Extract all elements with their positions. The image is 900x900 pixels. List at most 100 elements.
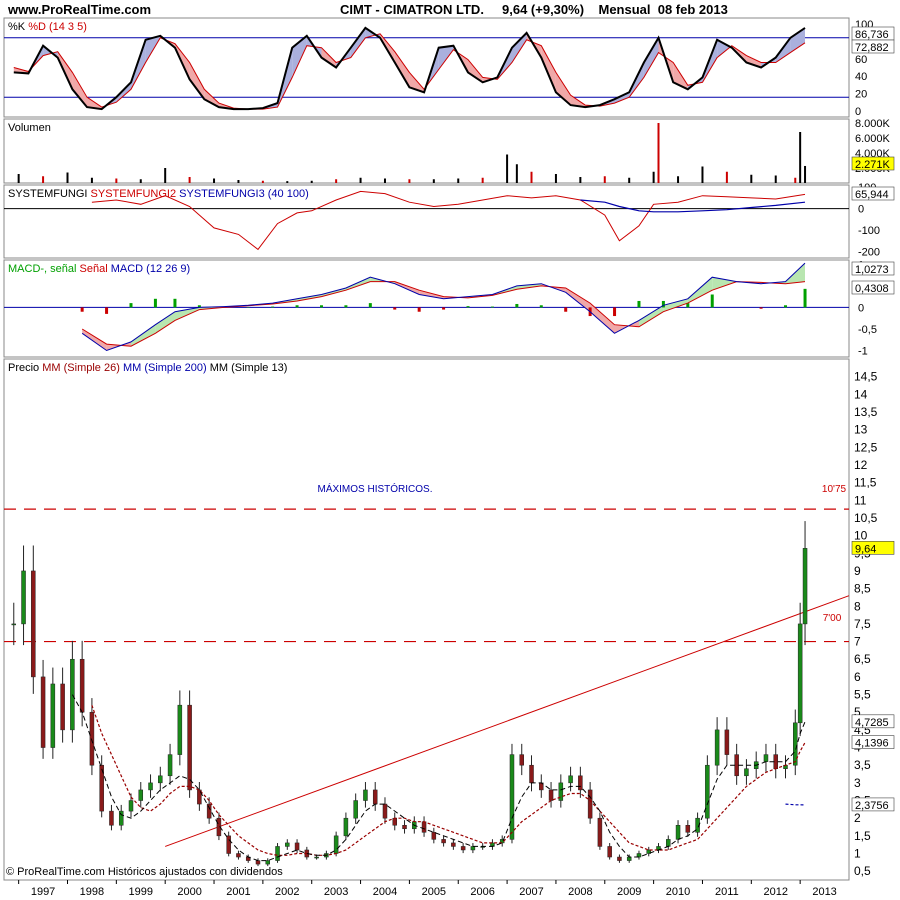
- stoch-d-line: [13, 33, 806, 110]
- price-last-value: 9,64: [851, 541, 895, 555]
- price-bar-53: [529, 764, 534, 784]
- copyright: © ProRealTime.com Históricos ajustados c…: [6, 866, 283, 878]
- price-bar-60: [597, 817, 603, 847]
- price-bar-13: [138, 789, 144, 801]
- price-bar-45: [451, 842, 456, 847]
- stock-chart: %K %D (14 3 5)10080604020086,73672,882Vo…: [3, 17, 895, 898]
- price-ytick-13: 8: [854, 599, 861, 613]
- systemfungi-ytick-2: -100: [858, 225, 880, 237]
- price-bar-39: [392, 817, 398, 826]
- stoch-d-value-text: 72,882: [855, 42, 889, 54]
- price-ytick-11: 9: [854, 564, 861, 578]
- xtick-label-2: 1999: [129, 886, 153, 898]
- price-bar-5: [60, 683, 65, 731]
- price-ytick-17: 6: [854, 670, 861, 684]
- price-bar-23: [236, 853, 241, 858]
- price-bar-10: [109, 810, 114, 826]
- price-ytick-22: 3,5: [854, 758, 871, 772]
- xtick-label-3: 2000: [177, 886, 201, 898]
- price-bar-17: [177, 704, 183, 755]
- price-ytick-16: 6,5: [854, 652, 871, 666]
- systemfungi-title-part-0: SYSTEMFUNGI: [8, 188, 91, 200]
- price-bar-51: [509, 754, 515, 840]
- annotation-maximos: MÁXIMOS HISTÓRICOS.: [317, 482, 432, 495]
- price-ytick-15: 7: [854, 635, 861, 649]
- macd-fill-0: [82, 329, 107, 351]
- price-title: Precio MM (Simple 26) MM (Simple 200) MM…: [8, 362, 287, 374]
- price-title-part-2: MM (Simple 200): [123, 362, 210, 374]
- xtick-label-12: 2009: [617, 886, 641, 898]
- price-bar-0: [11, 623, 17, 626]
- price-ytick-8: 10,5: [854, 511, 878, 525]
- price-bar-73: [724, 729, 730, 755]
- systemfungi-title-part-1: SYSTEMFUNGI2: [91, 188, 180, 200]
- xtick-label-5: 2002: [275, 886, 299, 898]
- stoch-ytick-4: 20: [855, 89, 867, 101]
- price-ytick-18: 5,5: [854, 688, 871, 702]
- price-ytick-4: 12,5: [854, 440, 878, 454]
- price-bar-29: [294, 842, 300, 851]
- price-bar-43: [431, 832, 437, 840]
- stochastic-frame: [3, 17, 850, 118]
- price-bar-27: [275, 846, 280, 861]
- price-ytick-25: 2: [854, 811, 861, 825]
- price-bar-2: [31, 570, 36, 678]
- stoch-k-value: 86,736: [851, 26, 895, 41]
- price-ytick-2: 13,5: [854, 405, 878, 419]
- systemfungi2-line: [91, 190, 806, 251]
- ma13-line: [71, 694, 806, 862]
- volume-ytick-1: 6.000K: [855, 133, 891, 145]
- price-ytick-9: 10: [854, 529, 868, 543]
- price-bar-12: [128, 800, 134, 812]
- stoch-ytick-3: 40: [855, 71, 867, 83]
- price-ytick-23: 3: [854, 776, 861, 790]
- price-title-part-0: Precio: [8, 362, 42, 374]
- stoch-fill-53: [790, 27, 805, 53]
- ma13-value-text: 4,7285: [855, 717, 889, 729]
- price-bar-20: [206, 803, 212, 819]
- price-bar-8: [89, 711, 95, 766]
- xtick-label-1: 1998: [80, 886, 104, 898]
- macd-ytick-2: 0: [858, 302, 864, 314]
- price-ytick-5: 12: [854, 458, 868, 472]
- price-ytick-27: 1: [854, 847, 861, 861]
- price-bar-34: [343, 817, 349, 837]
- price-bar-6: [70, 658, 75, 731]
- price-bar-81: [797, 623, 803, 724]
- price-trendline: [165, 595, 850, 847]
- price-bar-16: [167, 754, 173, 777]
- price-bar-31: [314, 856, 319, 859]
- price-bar-35: [353, 800, 358, 819]
- price-title-part-3: MM (Simple 13): [210, 362, 288, 374]
- price-bar-22: [226, 835, 231, 854]
- stochastic-title-part-1: %D (14 3 5): [28, 21, 87, 33]
- price-bar-3: [40, 676, 46, 748]
- price-bar-71: [705, 764, 710, 819]
- price-bar-14: [148, 782, 153, 791]
- ma200-line: [785, 803, 806, 806]
- price-bar-26: [265, 860, 271, 865]
- price-bar-1: [21, 570, 26, 625]
- price-ytick-7: 11: [854, 493, 867, 507]
- price-bar-11: [118, 810, 124, 826]
- xtick-label-9: 2006: [470, 886, 494, 898]
- macd-fill-23: [639, 305, 664, 327]
- price-title-part-1: MM (Simple 26): [42, 362, 123, 374]
- xtick-label-0: 1997: [31, 886, 55, 898]
- volume-value: 2.271K: [851, 156, 895, 171]
- price-bar-18: [187, 704, 192, 791]
- stoch-fill-21: [321, 47, 337, 68]
- systemfungi-ytick-3: -200: [858, 247, 880, 259]
- price-bar-59: [587, 789, 593, 819]
- price-bar-75: [744, 768, 749, 777]
- price-bar-62: [617, 856, 622, 861]
- price-ytick-12: 8,5: [854, 582, 871, 596]
- stoch-ytick-5: 0: [855, 106, 861, 118]
- volume-title: Volumen: [8, 122, 51, 134]
- macd-ytick-4: -1: [858, 346, 868, 358]
- price-bar-40: [402, 825, 407, 830]
- price-ytick-28: 0,5: [854, 864, 871, 878]
- price-bar-46: [460, 846, 466, 851]
- price-ytick-14: 7,5: [854, 617, 871, 631]
- annotation-1075: 10'75: [822, 484, 847, 495]
